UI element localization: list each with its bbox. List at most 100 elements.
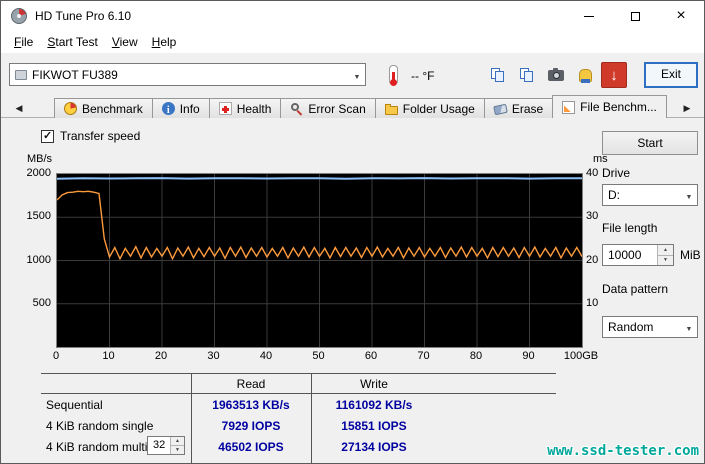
transfer-speed-checkbox[interactable] xyxy=(41,129,54,143)
spin-down-button[interactable] xyxy=(171,445,184,454)
drive-label: Drive xyxy=(602,166,631,180)
chevron-down-icon xyxy=(681,188,697,202)
file-length-input[interactable]: 10000 xyxy=(602,244,674,266)
4-kib-random-multi-read-value: 46502 IOPS xyxy=(218,440,284,454)
queue-depth-value: 32 xyxy=(153,439,166,451)
tab-label: Error Scan xyxy=(308,101,366,116)
menu-item-start-test[interactable]: Start Test xyxy=(40,35,104,49)
spin-down-button[interactable] xyxy=(658,254,673,265)
x-tick: 30 xyxy=(207,350,220,362)
documents-icon xyxy=(520,67,534,83)
tab-benchmark[interactable]: Benchmark xyxy=(54,98,153,118)
info-icon xyxy=(161,102,175,115)
watermark: www.ssd-tester.com xyxy=(547,443,699,459)
tab-file-benchm[interactable]: File Benchm... xyxy=(552,95,667,118)
menu-item-view[interactable]: View xyxy=(105,35,145,49)
x-tick: 50 xyxy=(312,350,325,362)
menu-item-file[interactable]: File xyxy=(7,35,40,49)
spin-up-button[interactable] xyxy=(171,437,184,445)
column-header-write: Write xyxy=(360,377,388,391)
y-tick-right: 10 xyxy=(586,296,599,309)
copy-text-button[interactable] xyxy=(514,62,540,88)
menu-item-help[interactable]: Help xyxy=(145,35,184,49)
x-tick: 70 xyxy=(417,350,430,362)
close-button[interactable] xyxy=(658,1,704,31)
exit-button[interactable]: Exit xyxy=(644,62,698,88)
maximize-button[interactable] xyxy=(612,1,658,31)
row-label-4-kib-random-single: 4 KiB random single xyxy=(46,419,154,433)
y-tick-left: 2000 xyxy=(26,167,51,179)
download-button[interactable] xyxy=(601,62,627,88)
tab-label: Health xyxy=(236,101,272,116)
transfer-speed-chart xyxy=(56,173,583,348)
file-length-label: File length xyxy=(602,221,658,235)
sequential-read-speed-line xyxy=(56,177,583,180)
device-selector-dropdown[interactable]: FIKWOT FU389 xyxy=(9,63,366,86)
data-pattern-select[interactable]: Random xyxy=(602,316,698,338)
thermometer-icon xyxy=(388,65,398,86)
health-cross-icon xyxy=(218,102,232,115)
tab-label: Benchmark xyxy=(82,101,143,116)
toolbar: FIKWOT FU389 -- °F Exit xyxy=(1,53,704,95)
transfer-speed-label: Transfer speed xyxy=(60,129,141,143)
menu-bar: File Start Test View Help xyxy=(1,31,704,53)
tab-scroll-left-button[interactable] xyxy=(11,100,27,116)
speedometer-icon xyxy=(64,102,77,115)
save-screenshot-button[interactable] xyxy=(543,62,569,88)
x-tick: 90 xyxy=(522,350,535,362)
minimize-button[interactable] xyxy=(566,1,612,31)
tab-label: Erase xyxy=(511,101,544,116)
x-tick: 0 xyxy=(52,350,60,362)
tab-list: Benchmark Info Health Error Scan Folder Usag… xyxy=(54,95,678,118)
table-grid-line xyxy=(41,373,556,374)
temperature-value: -- °F xyxy=(411,69,435,83)
spin-up-button[interactable] xyxy=(658,245,673,255)
table-grid-line xyxy=(311,373,312,463)
y-tick-left: 1500 xyxy=(26,210,51,223)
tab-scroll-right-button[interactable] xyxy=(679,100,695,116)
file-length-unit: MiB xyxy=(680,248,701,262)
tab-health[interactable]: Health xyxy=(208,98,282,118)
tab-folder-usage[interactable]: Folder Usage xyxy=(374,98,485,118)
hand-icon xyxy=(578,68,592,83)
device-selector-value: FIKWOT FU389 xyxy=(32,67,118,82)
temperature-button[interactable] xyxy=(381,62,405,88)
maximize-icon xyxy=(630,11,640,21)
tab-erase[interactable]: Erase xyxy=(483,98,554,118)
y-axis-left-unit: MB/s xyxy=(27,153,53,165)
eraser-icon xyxy=(493,103,508,116)
minimize-icon xyxy=(584,15,594,17)
x-tick: 10 xyxy=(102,350,115,362)
tab-info[interactable]: Info xyxy=(151,98,210,118)
title-bar: HD Tune Pro 6.10 xyxy=(1,1,704,31)
start-button[interactable]: Start xyxy=(602,131,698,155)
tab-label: File Benchm... xyxy=(580,100,657,114)
donate-button[interactable] xyxy=(572,62,598,88)
tab-label: Folder Usage xyxy=(402,101,475,116)
magnifier-icon xyxy=(290,102,303,115)
column-header-read: Read xyxy=(236,377,266,391)
chevron-down-icon xyxy=(681,320,697,334)
tab-error-scan[interactable]: Error Scan xyxy=(280,98,376,118)
x-tick: 20 xyxy=(154,350,168,362)
copy-screenshot-button[interactable] xyxy=(485,62,511,88)
file-benchmark-icon xyxy=(562,100,576,114)
file-length-value: 10000 xyxy=(608,248,642,262)
x-tick: 80 xyxy=(469,350,483,362)
copy-icon xyxy=(491,67,505,83)
drive-icon xyxy=(15,69,27,80)
sequential-write-value: 1161092 KB/s xyxy=(335,398,413,412)
x-tick: 40 xyxy=(259,350,273,362)
4-kib-random-single-write-value: 15851 IOPS xyxy=(341,419,407,433)
4-kib-random-multi-write-value: 27134 IOPS xyxy=(341,440,407,454)
app-window: HD Tune Pro 6.10 FileStart TestViewHelp … xyxy=(0,0,705,464)
row-label-4-kib-random-multi: 4 KiB random multi xyxy=(46,440,148,454)
folder-icon xyxy=(384,103,398,115)
drive-select-value: D: xyxy=(608,188,620,202)
drive-select[interactable]: D: xyxy=(602,184,698,206)
chart-canvas xyxy=(56,174,583,347)
sequential-read-value: 1963513 KB/s xyxy=(212,398,290,412)
download-icon xyxy=(610,67,618,84)
queue-depth-input[interactable]: 32 xyxy=(147,436,185,455)
camera-icon xyxy=(548,67,564,81)
